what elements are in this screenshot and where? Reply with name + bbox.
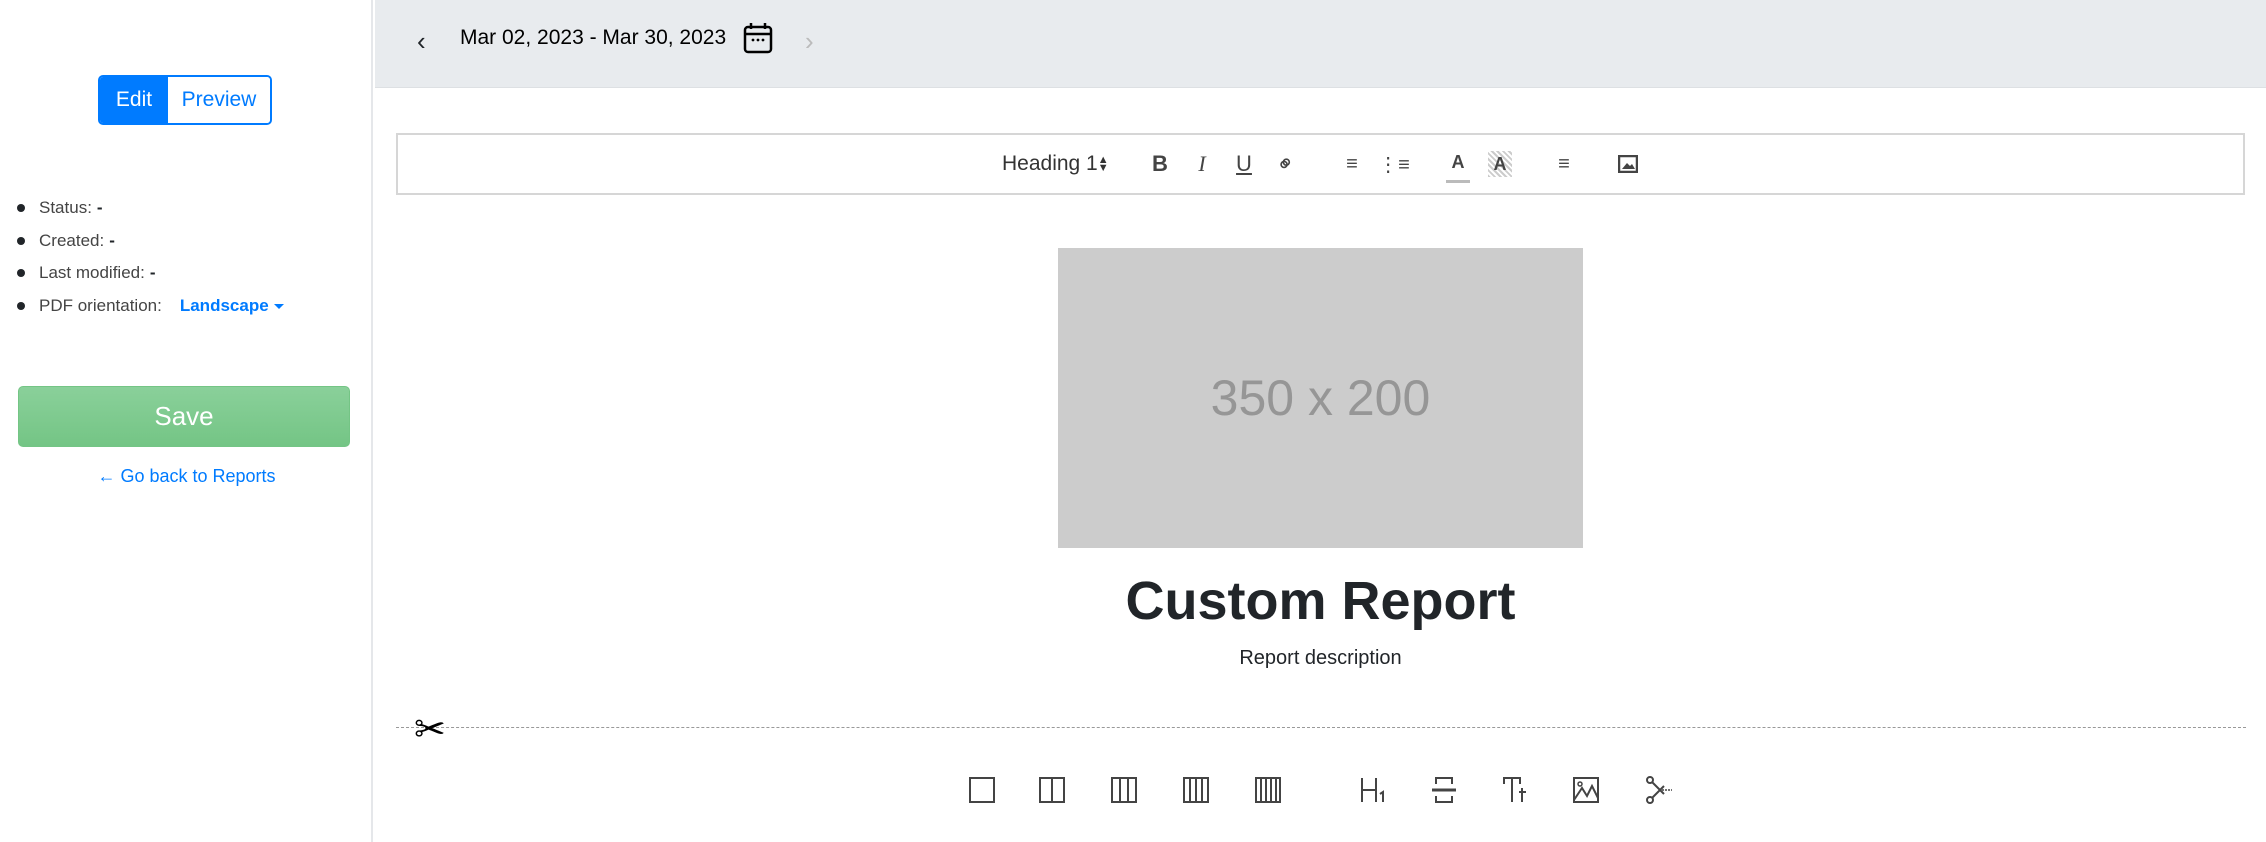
pdf-orientation-item: PDF orientation: Landscape <box>14 290 284 323</box>
pdf-orientation-label: PDF orientation: <box>39 295 162 315</box>
three-columns-icon[interactable] <box>1108 774 1140 806</box>
last-modified-value: - <box>149 263 156 283</box>
scissors-icon[interactable]: ✂ <box>414 707 446 752</box>
one-column-icon[interactable] <box>966 774 998 806</box>
save-button[interactable]: Save <box>18 386 350 447</box>
arrow-left-icon: ← <box>97 466 116 486</box>
page-break-line <box>396 727 2246 728</box>
sort-icon: ▲ ▼ <box>1097 154 1109 174</box>
sidebar: Edit Preview Status: - Created: - Last mod… <box>0 0 373 842</box>
four-columns-icon[interactable] <box>1180 774 1212 806</box>
created-label: Created: <box>39 230 105 250</box>
two-columns-icon[interactable] <box>1036 774 1068 806</box>
next-period-button[interactable]: › <box>805 26 814 57</box>
mode-toggle: Edit Preview <box>98 75 272 125</box>
underline-icon[interactable]: U <box>1232 135 1256 193</box>
heading-block-icon[interactable] <box>1356 774 1388 806</box>
background-color-icon[interactable]: A <box>1488 151 1512 177</box>
heading-select-value: Heading 1 <box>1002 152 1098 175</box>
editor-toolbar: Heading 1 ▲ ▼ B I U ⚭ ≡ ⋮≡ A A ≡ <box>396 133 2245 195</box>
previous-period-button[interactable]: ‹ <box>417 26 426 57</box>
pdf-orientation-dropdown[interactable]: Landscape <box>180 296 284 316</box>
date-range: Mar 02, 2023 - Mar 30, 2023 <box>460 26 727 49</box>
page-break-block-icon[interactable] <box>1642 774 1674 806</box>
divider-block-icon[interactable] <box>1428 774 1460 806</box>
link-icon[interactable]: ⚭ <box>1257 135 1315 193</box>
heading-select[interactable]: Heading 1 ▲ ▼ <box>1002 135 1109 193</box>
image-icon[interactable] <box>1616 135 1640 193</box>
status-label: Status: <box>39 198 92 218</box>
status-item: Status: - <box>14 192 284 225</box>
last-modified-item: Last modified: - <box>14 257 284 290</box>
report-title[interactable]: Custom Report <box>375 570 2266 632</box>
created-item: Created: - <box>14 225 284 258</box>
five-columns-icon[interactable] <box>1252 774 1284 806</box>
italic-icon[interactable]: I <box>1190 135 1214 193</box>
last-modified-label: Last modified: <box>39 263 145 283</box>
edit-tab[interactable]: Edit <box>100 77 168 123</box>
align-left-icon[interactable]: ≡ <box>1552 135 1576 193</box>
image-placeholder[interactable]: 350 x 200 <box>1058 248 1583 548</box>
preview-tab[interactable]: Preview <box>168 77 270 123</box>
created-value: - <box>109 230 115 250</box>
report-description[interactable]: Report description <box>375 647 2266 670</box>
date-header: ‹ Mar 02, 2023 - Mar 30, 2023 › <box>375 0 2266 88</box>
calendar-icon[interactable] <box>743 22 773 54</box>
image-block-icon[interactable] <box>1570 774 1602 806</box>
report-info-list: Status: - Created: - Last modified: - PDF o… <box>14 192 284 322</box>
bold-icon[interactable]: B <box>1148 135 1172 193</box>
back-to-reports-link[interactable]: ← Go back to Reports <box>0 466 373 487</box>
unordered-list-icon[interactable]: ⋮≡ <box>1378 135 1410 193</box>
font-color-icon[interactable]: A <box>1446 145 1470 183</box>
status-value: - <box>96 198 103 218</box>
text-block-icon[interactable] <box>1500 774 1532 806</box>
back-link-label: Go back to Reports <box>120 466 276 486</box>
ordered-list-icon[interactable]: ≡ <box>1340 135 1364 193</box>
